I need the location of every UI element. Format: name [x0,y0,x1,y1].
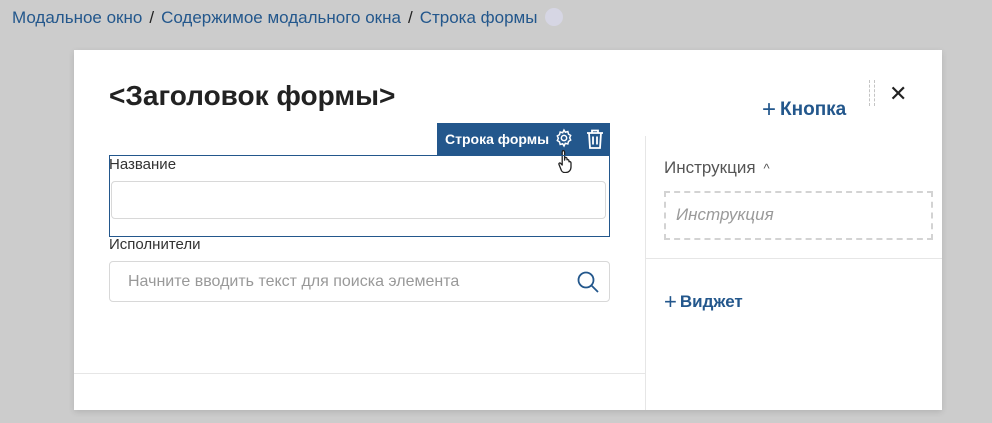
breadcrumb-item-form-row[interactable]: Строка формы [420,8,538,27]
add-button[interactable]: + Кнопка [762,96,846,124]
assignees-label: Исполнители [109,236,201,253]
assignees-search-input[interactable]: Начните вводить текст для поиска элемент… [109,261,610,302]
close-icon: ✕ [889,81,908,106]
form-row-toolbar-label: Строка формы [445,131,550,147]
name-label: Название [109,156,177,173]
breadcrumb-separator: / [149,8,155,27]
breadcrumb-item-modal-content[interactable]: Содержимое модального окна [161,8,401,27]
breadcrumb-separator: / [407,8,413,27]
instruction-header: Инструкция [664,158,756,177]
add-widget-label: Виджет [679,292,743,311]
drag-handle[interactable] [869,80,875,106]
instruction-toggle[interactable]: Инструкция ^ [664,158,770,178]
name-input[interactable] [111,181,606,219]
sidebar-section-divider [646,258,942,259]
close-button[interactable]: ✕ [889,83,907,105]
breadcrumb-item-modal[interactable]: Модальное окно [12,8,142,27]
add-widget-button[interactable]: + Виджет [664,289,743,315]
form-row-toolbar: Строка формы [437,123,610,155]
search-placeholder: Начните вводить текст для поиска элемент… [128,273,460,290]
add-button-label: Кнопка [780,99,847,120]
trash-icon[interactable] [585,128,605,155]
sidebar-divider [645,136,646,410]
form-title: <Заголовок формы> [109,80,396,111]
plus-icon: + [762,96,777,123]
modal-window: <Заголовок формы> + Кнопка ✕ Строка формы… [74,50,942,410]
info-dot-icon [545,8,564,27]
search-icon[interactable] [576,270,600,299]
breadcrumb: Модальное окно / Содержимое модального окн… [12,8,564,28]
divider [74,373,645,374]
plus-icon: + [664,289,677,314]
instruction-field[interactable]: Инструкция [664,191,933,240]
chevron-up-icon: ^ [763,161,770,176]
instruction-placeholder: Инструкция [676,205,774,224]
